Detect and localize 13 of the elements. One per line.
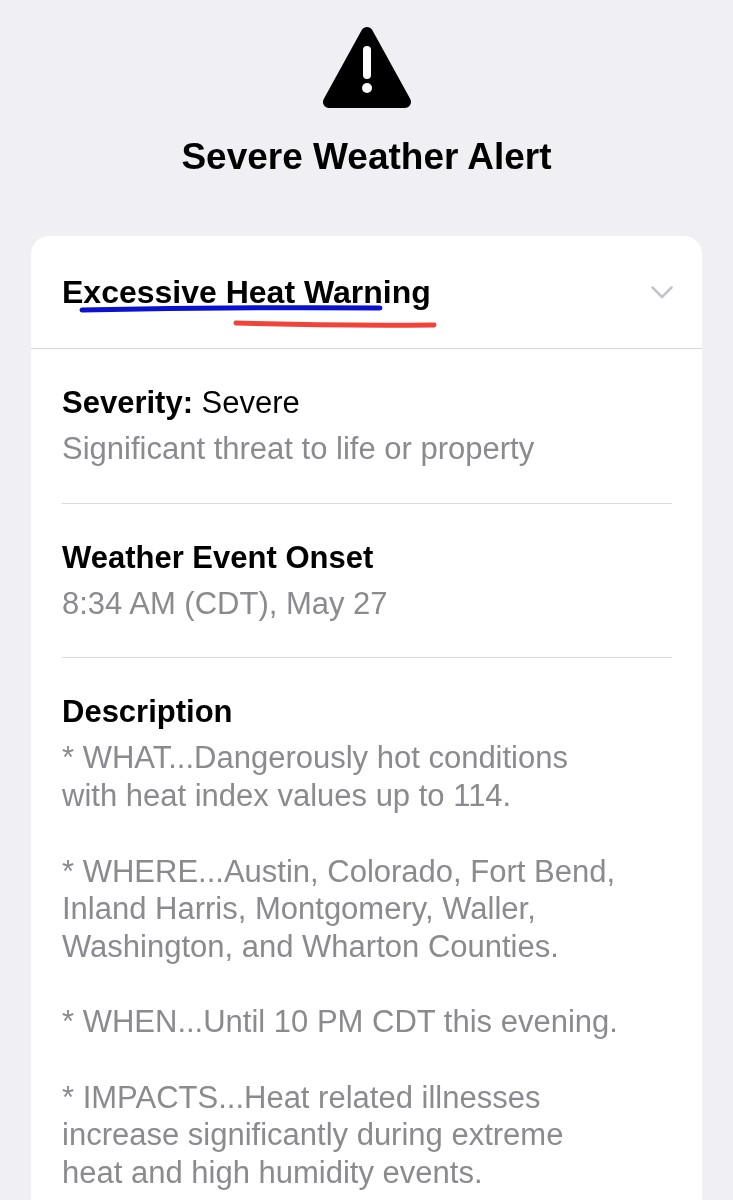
- detail-text: 8:34 AM (CDT), May 27: [62, 584, 389, 623]
- detail-text: * WHAT...Dangerously hot conditions with heat index values up to 114.: [62, 739, 569, 815]
- chevron-down-icon[interactable]: [651, 285, 673, 299]
- detail-text: * IMPACTS...Heat related illnesses increase significantly during extreme heat and high humidity events.: [62, 1078, 565, 1192]
- detail-text: Significant threat to life or property: [62, 430, 536, 468]
- section-heading: Weather Event Onset: [62, 539, 375, 576]
- section-heading: Description: [62, 694, 234, 731]
- alert-title: Severe Weather Alert: [181, 135, 552, 179]
- detail-text: * WHEN...Until 10 PM CDT this evening.: [62, 1003, 619, 1041]
- alert-name: Excessive Heat Warning: [62, 273, 431, 312]
- detail-text: * WHERE...Austin, Colorado, Fort Bend, Inland Harris, Montgomery, Waller, Washington, and Wharton Counties.: [62, 852, 617, 966]
- severity-text: Severity: Severe: [62, 385, 301, 421]
- warning-icon: [321, 25, 412, 109]
